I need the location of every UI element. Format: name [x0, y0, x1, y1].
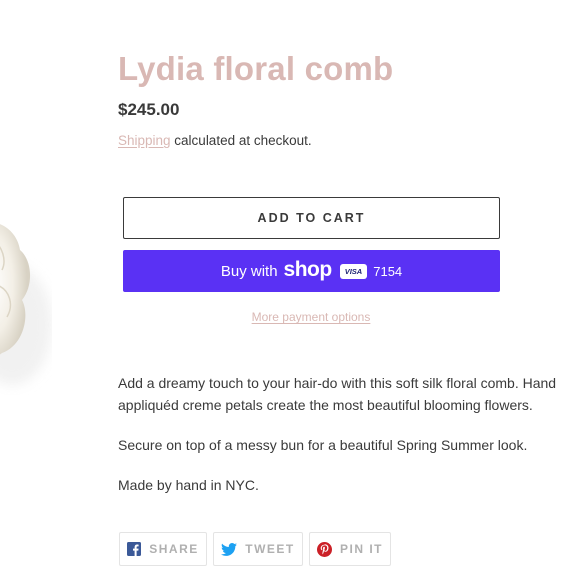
- product-image: [0, 224, 52, 385]
- product-description: Add a dreamy touch to your hair-do with …: [118, 372, 580, 514]
- description-paragraph: Add a dreamy touch to your hair-do with …: [118, 375, 557, 413]
- description-paragraph: Made by hand in NYC.: [118, 477, 259, 493]
- card-last4: 7154: [373, 263, 403, 279]
- description-paragraph: Secure on top of a messy bun for a beaut…: [118, 437, 528, 453]
- buy-with-shop-pay-button[interactable]: Buy with shop VISA 7154: [123, 250, 500, 292]
- more-payment-options-link[interactable]: More payment options: [0, 310, 580, 324]
- share-label: SHARE: [149, 542, 199, 556]
- twitter-icon: [221, 542, 238, 556]
- share-label: PIN IT: [339, 542, 383, 556]
- pinterest-icon: [316, 541, 332, 557]
- share-twitter-button[interactable]: TWEET: [213, 532, 303, 566]
- share-facebook-button[interactable]: SHARE: [119, 532, 207, 566]
- shipping-link[interactable]: Shipping: [118, 133, 171, 148]
- product-title: Lydia floral comb: [118, 50, 394, 87]
- add-to-cart-button[interactable]: ADD TO CART: [123, 197, 500, 239]
- share-pinterest-button[interactable]: PIN IT: [309, 532, 391, 566]
- shipping-note: Shipping calculated at checkout.: [118, 133, 312, 148]
- visa-icon: VISA: [339, 263, 368, 279]
- shipping-note-text: calculated at checkout.: [170, 133, 312, 148]
- product-price: $245.00: [118, 100, 180, 119]
- buy-with-label: Buy with: [220, 262, 278, 280]
- shop-logo: shop: [283, 257, 333, 281]
- facebook-icon: [127, 542, 142, 556]
- share-label: TWEET: [245, 542, 295, 556]
